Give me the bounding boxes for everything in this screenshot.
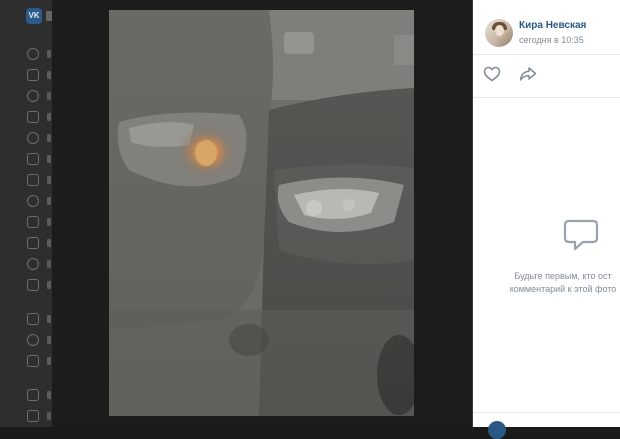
sidebar-label-fragment <box>47 71 51 79</box>
games-icon[interactable] <box>27 258 39 270</box>
pay-icon[interactable] <box>27 334 39 346</box>
photo-info-panel: Кира Невская сегодня в 10:35 Будьте перв… <box>473 0 620 439</box>
photos-icon[interactable] <box>27 174 39 186</box>
lock-icon[interactable] <box>27 355 39 367</box>
author-name-link[interactable]: Кира Невская <box>519 20 586 31</box>
files-icon[interactable] <box>27 410 39 422</box>
calls-icon[interactable] <box>27 111 39 123</box>
sidebar-label-fragment <box>47 113 51 121</box>
author-avatar[interactable] <box>485 19 513 47</box>
profile-icon[interactable] <box>27 48 39 60</box>
sidebar-label-fragment <box>47 50 51 58</box>
sidebar-label-fragment <box>47 391 51 399</box>
friends-icon[interactable] <box>27 132 39 144</box>
avatar-face <box>495 25 504 36</box>
heart-icon[interactable] <box>483 66 501 82</box>
sidebar-label-fragment <box>47 197 51 205</box>
comment-bubbles-icon <box>563 219 599 251</box>
clips-icon[interactable] <box>27 237 39 249</box>
sidebar-label-fragment <box>47 218 51 226</box>
sidebar-label-fragment <box>47 281 51 289</box>
messages-icon[interactable] <box>27 90 39 102</box>
videos-icon[interactable] <box>27 216 39 228</box>
empty-comments-line-2: комментарий к этой фото <box>509 284 617 294</box>
stickers-icon[interactable] <box>27 279 39 291</box>
bookmarks-icon[interactable] <box>27 389 39 401</box>
sidebar-label-fragment <box>47 336 51 344</box>
divider <box>473 97 620 98</box>
services-icon[interactable] <box>27 313 39 325</box>
empty-comments-line-1: Будьте первым, кто ост <box>514 271 612 281</box>
divider <box>473 412 620 413</box>
car-photo-image <box>109 10 414 416</box>
current-user-avatar[interactable] <box>488 421 506 439</box>
vk-logo[interactable]: VK <box>26 8 42 24</box>
sidebar-label-fragment <box>47 239 51 247</box>
divider <box>473 54 620 55</box>
sidebar-label-fragment <box>47 260 51 268</box>
photo[interactable] <box>109 10 414 416</box>
sidebar-label-fragment <box>47 134 51 142</box>
left-sidebar: VK <box>0 0 52 427</box>
post-date[interactable]: сегодня в 10:35 <box>519 35 584 45</box>
sidebar-label-fragment <box>47 92 51 100</box>
sidebar-label-fragment <box>47 357 51 365</box>
music-icon[interactable] <box>27 195 39 207</box>
sidebar-label-fragment <box>47 412 51 420</box>
share-arrow-icon[interactable] <box>519 66 537 82</box>
communities-icon[interactable] <box>27 153 39 165</box>
sidebar-label-fragment <box>47 315 51 323</box>
sidebar-label-fragment <box>47 155 51 163</box>
sidebar-label-fragment <box>47 176 51 184</box>
news-icon[interactable] <box>27 69 39 81</box>
